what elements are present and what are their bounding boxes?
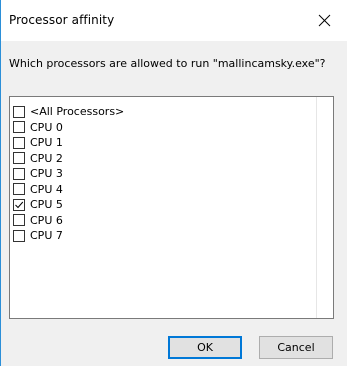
- list-scrollbar[interactable]: [316, 97, 333, 318]
- processor-list-item[interactable]: CPU 3: [13, 166, 63, 181]
- checkbox[interactable]: [13, 105, 25, 118]
- checkbox-checked[interactable]: [13, 198, 25, 211]
- processor-label: CPU 7: [30, 229, 63, 242]
- prompt-text: Which processors are allowed to run "mal…: [9, 57, 326, 70]
- checkbox[interactable]: [13, 136, 25, 149]
- processor-list-item[interactable]: CPU 1: [13, 135, 63, 150]
- close-icon: [318, 14, 331, 27]
- processor-label: CPU 2: [30, 151, 63, 165]
- processor-list-item[interactable]: CPU 7: [13, 228, 63, 243]
- processor-list-item[interactable]: CPU 2: [13, 151, 63, 166]
- checkbox[interactable]: [13, 152, 25, 164]
- processor-list-item[interactable]: CPU 0: [13, 120, 63, 135]
- close-button[interactable]: [303, 0, 347, 41]
- processor-list-item[interactable]: CPU 4: [13, 182, 63, 197]
- processor-label: CPU 4: [30, 182, 63, 196]
- checkbox[interactable]: [13, 121, 25, 133]
- processor-label: CPU 5: [30, 198, 63, 211]
- dialog-footer: OK Cancel: [1, 331, 347, 366]
- checkbox[interactable]: [13, 229, 25, 242]
- window-title: Processor affinity: [9, 13, 115, 27]
- processor-affinity-dialog: Processor affinity Which processors are …: [0, 0, 347, 366]
- processor-list-item[interactable]: CPU 6: [13, 213, 63, 228]
- processor-list[interactable]: <All Processors> CPU 0 CPU 1 CPU 2 CPU 3 CPU …: [9, 96, 334, 319]
- processor-label: CPU 0: [30, 120, 63, 134]
- checkbox[interactable]: [13, 214, 25, 226]
- processor-label: CPU 6: [30, 213, 63, 227]
- checkmark-icon: [15, 201, 24, 208]
- processor-label: CPU 3: [30, 167, 63, 180]
- dialog-content: Which processors are allowed to run "mal…: [1, 41, 347, 331]
- processor-list-item[interactable]: CPU 5: [13, 197, 63, 212]
- checkbox[interactable]: [13, 183, 25, 195]
- processor-label: <All Processors>: [30, 105, 125, 118]
- title-bar: Processor affinity: [1, 0, 347, 41]
- cancel-button[interactable]: Cancel: [259, 336, 333, 359]
- ok-button[interactable]: OK: [168, 336, 242, 359]
- processor-list-item[interactable]: <All Processors>: [13, 104, 124, 119]
- checkbox[interactable]: [13, 167, 25, 180]
- processor-label: CPU 1: [30, 136, 63, 149]
